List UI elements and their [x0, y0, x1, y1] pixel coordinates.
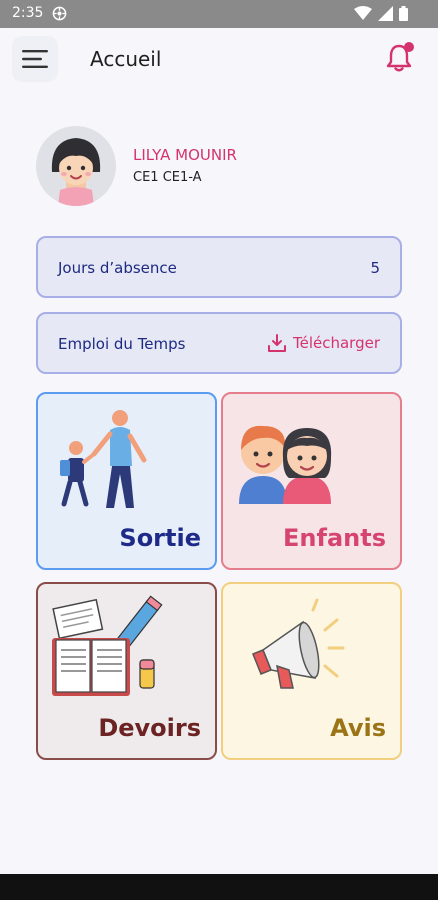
tile-devoirs[interactable]: Devoirs — [36, 582, 217, 760]
download-label: Télécharger — [292, 334, 380, 352]
absence-card[interactable]: Jours d’absence 5 — [36, 236, 402, 298]
megaphone-icon — [252, 598, 345, 689]
tile-sortie[interactable]: Sortie — [36, 392, 217, 570]
tile-enfants-label: Enfants — [283, 524, 386, 552]
absence-label: Jours d’absence — [58, 259, 177, 277]
menu-button[interactable] — [12, 36, 58, 82]
parent-child-walking-icon — [60, 410, 147, 508]
status-bar: 2:35 — [0, 0, 438, 28]
book-homework-icon — [52, 595, 163, 696]
children-icon — [239, 425, 332, 504]
girl-avatar-icon — [51, 138, 101, 206]
tile-avis[interactable]: Avis — [221, 582, 402, 760]
student-class: CE1 CE1-A — [133, 170, 202, 185]
absence-count: 5 — [370, 259, 380, 277]
sync-icon — [52, 6, 67, 21]
avatar — [36, 126, 116, 206]
signal-icon — [378, 6, 393, 21]
tile-enfants[interactable]: Enfants — [221, 392, 402, 570]
download-icon — [267, 334, 286, 352]
tile-devoirs-label: Devoirs — [98, 714, 201, 742]
status-time: 2:35 — [12, 5, 44, 21]
bell-icon[interactable] — [384, 40, 418, 74]
navigation-bar — [0, 874, 438, 900]
student-name: LILYA MOUNIR — [133, 146, 237, 164]
tile-sortie-label: Sortie — [119, 524, 201, 552]
schedule-label: Emploi du Temps — [58, 335, 186, 353]
tile-avis-label: Avis — [330, 714, 386, 742]
schedule-card: Emploi du Temps Télécharger — [36, 312, 402, 374]
battery-icon — [399, 6, 408, 21]
download-schedule-button[interactable]: Télécharger — [267, 333, 380, 353]
wifi-icon — [354, 6, 372, 20]
page-title: Accueil — [90, 47, 162, 71]
notification-dot — [404, 42, 414, 52]
menu-icon — [22, 50, 48, 68]
